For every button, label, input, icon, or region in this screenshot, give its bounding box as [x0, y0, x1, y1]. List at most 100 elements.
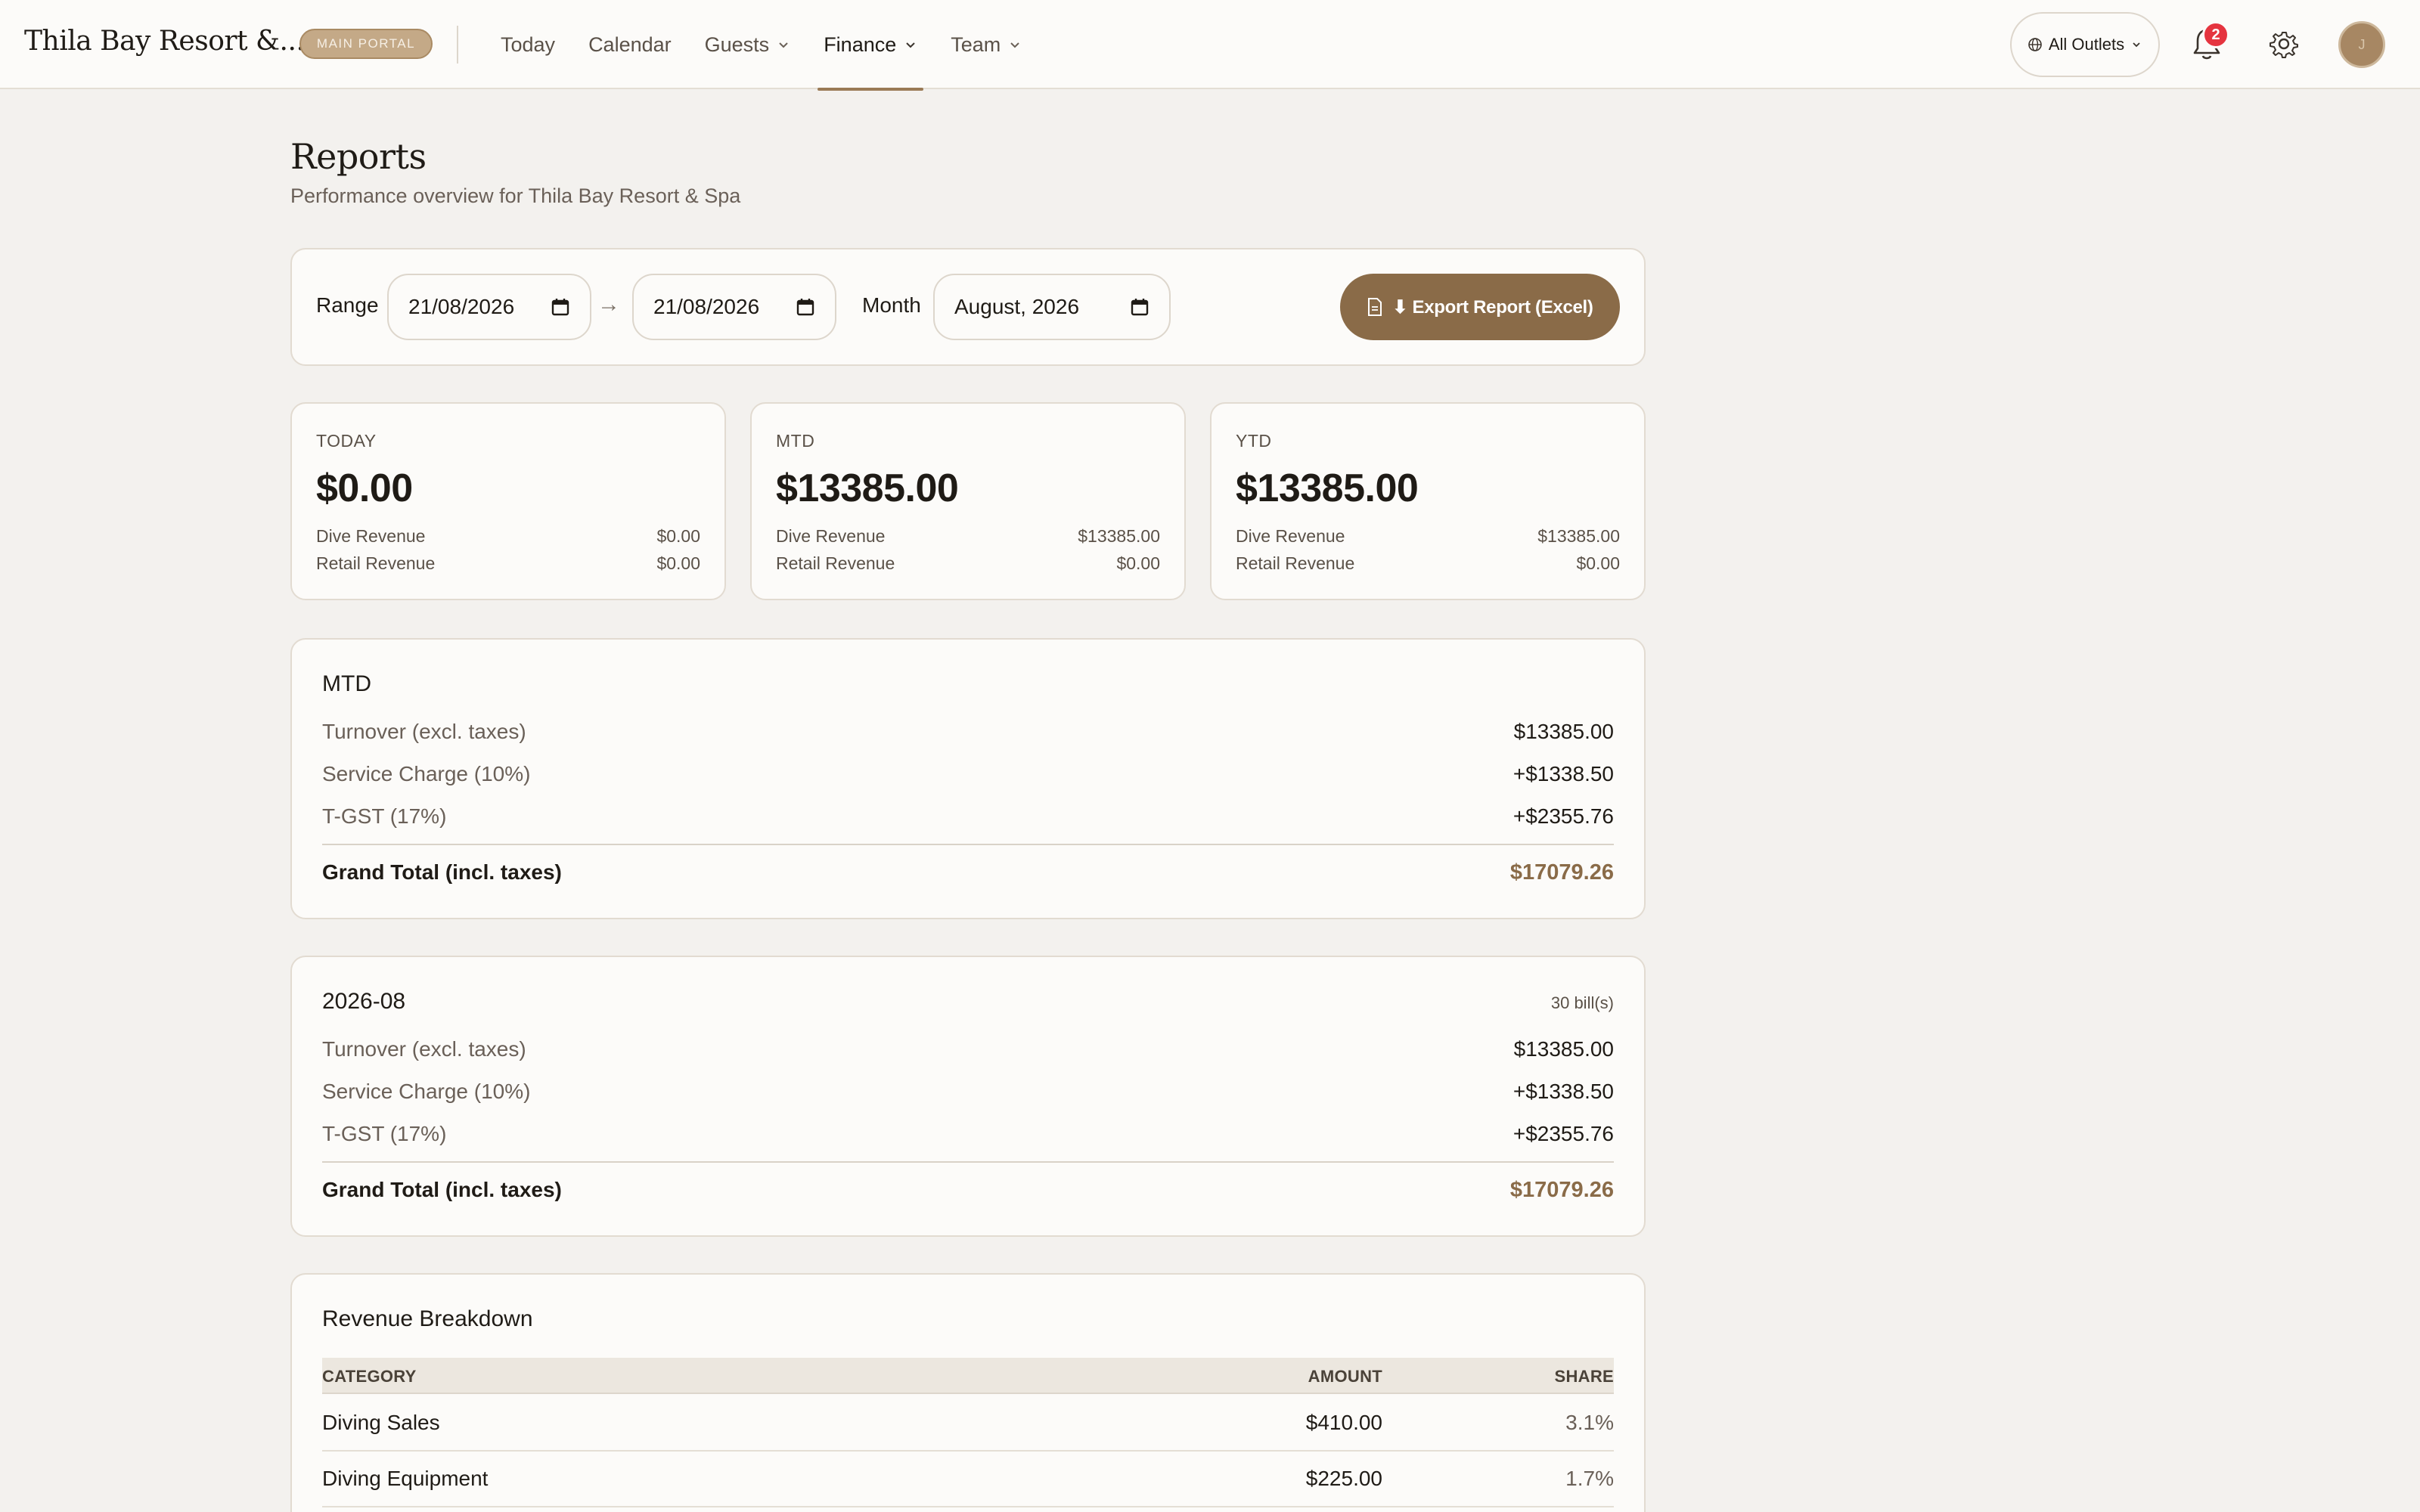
row-amount: $225.00 — [1305, 1467, 1382, 1490]
row-share: 3.1% — [1565, 1411, 1614, 1434]
nav-item-label: Team — [951, 33, 1001, 56]
range-start-date-input[interactable]: 21/08/2026 — [387, 274, 591, 340]
kpi-row-value: $0.00 — [1116, 553, 1160, 573]
kpi-row-label: Dive Revenue — [776, 526, 886, 546]
outlet-selector-label: All Outlets — [2048, 35, 2125, 54]
nav-item-label: Finance — [824, 33, 897, 56]
month-input[interactable]: August, 2026 — [933, 274, 1171, 340]
summary-row-label: Turnover (excl. taxes) — [322, 720, 526, 743]
column-header-category[interactable]: CATEGORY — [322, 1367, 417, 1387]
summary-row-value: +$1338.50 — [1512, 762, 1614, 785]
row-category: Diving Sales — [322, 1411, 440, 1434]
nav-item-guests[interactable]: Guests — [688, 0, 808, 89]
topbar-divider — [457, 26, 458, 64]
kpi-row-dive: Dive Revenue $13385.00 — [776, 526, 1160, 547]
range-label: Range — [316, 293, 379, 317]
kpi-row-value: $0.00 — [1576, 553, 1620, 573]
kpi-row-value: $0.00 — [656, 526, 700, 546]
kpi-label: TODAY — [316, 431, 377, 451]
summary-total-label: Grand Total (incl. taxes) — [322, 860, 562, 884]
notification-badge: 2 — [2202, 21, 2229, 48]
row-category: Diving Equipment — [322, 1467, 489, 1490]
chevron-down-icon — [2133, 42, 2140, 48]
file-icon — [1368, 298, 1382, 316]
chevron-down-icon — [779, 42, 788, 48]
main-nav: Today Calendar Guests Finance Team — [484, 0, 1038, 91]
row-share: 1.7% — [1565, 1467, 1614, 1490]
summary-row-grand-total: Grand Total (incl. taxes) $17079.26 — [322, 860, 1614, 885]
nav-item-label: Guests — [704, 33, 770, 56]
kpi-card-mtd: MTD $13385.00 Dive Revenue $13385.00 Ret… — [750, 402, 1186, 600]
kpi-value: $13385.00 — [1236, 466, 1419, 510]
summary-divider — [322, 1161, 1614, 1163]
nav-item-label: Today — [501, 33, 556, 56]
summary-row-label: T-GST (17%) — [322, 1122, 447, 1145]
range-end-date-input[interactable]: 21/08/2026 — [632, 274, 836, 340]
column-header-amount[interactable]: AMOUNT — [1308, 1367, 1382, 1387]
summary-card-mtd: MTD Turnover (excl. taxes) $13385.00 Ser… — [290, 638, 1646, 919]
revenue-breakdown-card: Revenue Breakdown CATEGORY AMOUNT SHARE … — [290, 1273, 1646, 1512]
summary-row-turnover: Turnover (excl. taxes) $13385.00 — [322, 720, 1614, 744]
summary-row-value: +$1338.50 — [1512, 1080, 1614, 1103]
outlet-selector[interactable]: All Outlets — [2010, 12, 2160, 77]
summary-divider — [322, 844, 1614, 845]
month-value: August, 2026 — [954, 295, 1080, 318]
kpi-value: $13385.00 — [776, 466, 959, 510]
range-arrow: → — [597, 292, 620, 317]
summary-total-value: $17079.26 — [1509, 1178, 1614, 1202]
summary-row-label: Service Charge (10%) — [322, 1080, 531, 1103]
nav-item-calendar[interactable]: Calendar — [572, 0, 688, 89]
summary-title: MTD — [322, 671, 371, 696]
summary-title: 2026-08 — [322, 989, 406, 1014]
page-subtitle: Performance overview for Thila Bay Resor… — [290, 184, 741, 207]
kpi-row-label: Dive Revenue — [316, 526, 426, 546]
summary-row-value: $13385.00 — [1513, 1037, 1614, 1061]
kpi-row-label: Retail Revenue — [316, 553, 436, 573]
summary-row-grand-total: Grand Total (incl. taxes) $17079.26 — [322, 1178, 1614, 1203]
kpi-row-value: $13385.00 — [1078, 526, 1160, 546]
summary-total-label: Grand Total (incl. taxes) — [322, 1178, 562, 1201]
summary-total-value: $17079.26 — [1509, 860, 1614, 885]
kpi-row-value: $0.00 — [656, 553, 700, 573]
summary-row-label: Service Charge (10%) — [322, 762, 531, 785]
nav-item-label: Calendar — [588, 33, 672, 56]
kpi-value: $0.00 — [316, 466, 413, 510]
export-report-label: ⬇ Export Report (Excel) — [1392, 296, 1593, 318]
kpi-row-value: $13385.00 — [1537, 526, 1620, 546]
gear-icon[interactable] — [2269, 29, 2299, 59]
column-header-share[interactable]: SHARE — [1554, 1367, 1614, 1387]
kpi-row-label: Retail Revenue — [1236, 553, 1355, 573]
summary-row-turnover: Turnover (excl. taxes) $13385.00 — [322, 1037, 1614, 1061]
nav-item-finance[interactable]: Finance — [807, 0, 934, 91]
kpi-card-ytd: YTD $13385.00 Dive Revenue $13385.00 Ret… — [1210, 402, 1646, 600]
calendar-icon[interactable] — [1130, 297, 1150, 317]
portal-badge: MAIN PORTAL — [299, 29, 433, 59]
nav-item-team[interactable]: Team — [934, 0, 1038, 89]
range-start-value: 21/08/2026 — [408, 295, 515, 318]
avatar[interactable]: J — [2338, 21, 2385, 68]
table-row: Diving Equipment $225.00 1.7% — [322, 1452, 1614, 1507]
kpi-label: YTD — [1236, 431, 1272, 451]
revenue-breakdown-title: Revenue Breakdown — [322, 1306, 533, 1331]
kpi-row-retail: Retail Revenue $0.00 — [316, 553, 700, 574]
kpi-card-today: TODAY $0.00 Dive Revenue $0.00 Retail Re… — [290, 402, 726, 600]
calendar-icon[interactable] — [551, 297, 570, 317]
bill-count: 30 bill(s) — [1550, 993, 1614, 1012]
kpi-row-label: Retail Revenue — [776, 553, 895, 573]
summary-row-label: T-GST (17%) — [322, 804, 447, 828]
summary-row-value: +$2355.76 — [1512, 804, 1614, 828]
export-report-button[interactable]: ⬇ Export Report (Excel) — [1340, 274, 1620, 340]
summary-row-tgst: T-GST (17%) +$2355.76 — [322, 804, 1614, 829]
kpi-row-label: Dive Revenue — [1236, 526, 1345, 546]
table-row: Diving Sales $410.00 3.1% — [322, 1396, 1614, 1452]
summary-row-service-charge: Service Charge (10%) +$1338.50 — [322, 1080, 1614, 1104]
chevron-down-icon — [906, 42, 915, 48]
filter-bar: Range 21/08/2026 → 21/08/2026 Month Augu… — [290, 248, 1646, 366]
calendar-icon[interactable] — [796, 297, 815, 317]
nav-item-today[interactable]: Today — [484, 0, 572, 89]
brand-name[interactable]: Thila Bay Resort &... — [24, 26, 305, 57]
kpi-row-retail: Retail Revenue $0.00 — [776, 553, 1160, 574]
top-bar: Thila Bay Resort &... MAIN PORTAL Today … — [0, 0, 2420, 91]
month-label: Month — [862, 293, 921, 317]
summary-card-month: 2026-08 30 bill(s) Turnover (excl. taxes… — [290, 956, 1646, 1237]
